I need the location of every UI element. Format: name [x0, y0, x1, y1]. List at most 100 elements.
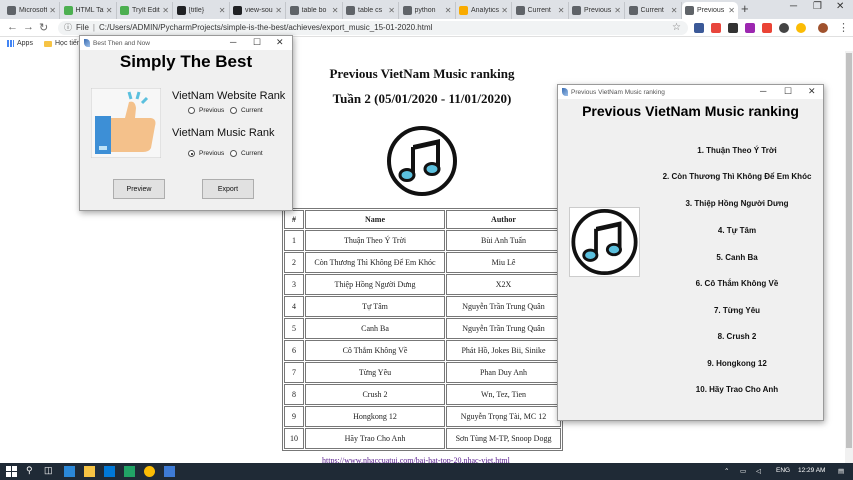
browser-tab[interactable]: Analytics ✕ [456, 2, 512, 19]
python-icon[interactable] [164, 466, 175, 477]
tab-favicon-icon [7, 6, 16, 15]
network-icon[interactable]: ▭ [740, 467, 746, 475]
tray-up-icon[interactable]: ⌃ [724, 467, 729, 475]
tab-close-icon[interactable]: ✕ [332, 6, 339, 15]
rank-cell: 3 [284, 274, 304, 295]
tab-close-icon[interactable]: ✕ [558, 6, 565, 15]
table-row: 5 Canh Ba Nguyễn Trần Trung Quân [284, 318, 561, 339]
preview-song-item: 1. Thuận Theo Ý Trời [697, 146, 777, 155]
music-note-icon [387, 126, 457, 196]
chrome-icon[interactable] [144, 466, 155, 477]
maximize-icon[interactable]: ☐ [253, 37, 261, 48]
music-current-radio[interactable]: Current [230, 150, 263, 157]
tab-close-icon[interactable]: ✕ [614, 6, 621, 15]
browser-tab[interactable]: python ✕ [400, 2, 456, 19]
tab-close-icon[interactable]: ✕ [162, 6, 169, 15]
maximize-icon[interactable]: ❐ [813, 1, 822, 12]
minimize-icon[interactable]: ─ [760, 86, 766, 96]
page-scrollbar[interactable] [845, 51, 853, 463]
preview-song-item: 8. Crush 2 [717, 332, 757, 341]
extension-icon[interactable] [694, 23, 704, 33]
table-row: 1 Thuận Theo Ý Trời Bùi Anh Tuấn [284, 230, 561, 251]
export-button[interactable]: Export [202, 179, 254, 199]
website-current-radio[interactable]: Current [230, 107, 263, 114]
back-icon[interactable]: ← [7, 21, 18, 33]
maximize-icon[interactable]: ☐ [784, 86, 792, 97]
browser-tab[interactable]: Previous ✕ [569, 2, 625, 19]
browser-tab[interactable]: HTML Tables✕ [61, 2, 117, 19]
browser-tab[interactable]: table cs ✕ [343, 2, 399, 19]
browser-tab[interactable]: Current ✕ [626, 2, 682, 19]
star-icon[interactable]: ☆ [672, 22, 681, 33]
preview-button[interactable]: Preview [113, 179, 165, 199]
tab-close-icon[interactable]: ✕ [388, 6, 395, 15]
author-cell: Miu Lê [446, 252, 561, 273]
column-header: Name [305, 210, 445, 229]
edge-icon[interactable] [64, 466, 75, 477]
minimize-icon[interactable]: ─ [790, 1, 797, 12]
tab-close-icon[interactable]: ✕ [106, 6, 113, 15]
clock[interactable]: 12:29 AM [798, 467, 825, 474]
close-icon[interactable]: ✕ [808, 86, 816, 97]
tab-close-icon[interactable]: ✕ [445, 6, 452, 15]
close-icon[interactable]: ✕ [276, 37, 284, 48]
author-cell: Nguyễn Trần Trung Quân [446, 296, 561, 317]
forward-icon[interactable]: → [23, 21, 34, 33]
radio-label: Previous [199, 107, 225, 114]
file-explorer-icon[interactable] [84, 466, 95, 477]
website-previous-radio[interactable]: Previous [188, 107, 224, 114]
browser-tab[interactable]: TryIt Editor✕ [117, 2, 173, 19]
radio-dot [230, 107, 237, 114]
browser-tab[interactable]: view-source✕ [230, 2, 286, 19]
apps-icon [7, 40, 14, 47]
avatar[interactable] [818, 23, 828, 33]
url-input[interactable]: ⓘ File | C:/Users/ADMIN/PycharmProjects/sim… [58, 21, 688, 35]
extension-icon[interactable] [762, 23, 772, 33]
new-tab-button[interactable]: + [741, 1, 749, 16]
volume-icon[interactable]: ◁ [756, 467, 761, 475]
radio-label: Previous [199, 150, 225, 157]
extension-icon[interactable] [745, 23, 755, 33]
language-indicator[interactable]: ENG [776, 467, 790, 474]
tab-close-icon[interactable]: ✕ [501, 6, 508, 15]
tab-favicon-icon [515, 6, 525, 15]
extension-icon[interactable] [779, 23, 789, 33]
tab-close-icon[interactable]: ✕ [275, 6, 282, 15]
browser-tab[interactable]: Microsoft ✕ [4, 2, 60, 19]
browser-tab[interactable]: {title} ✕ [174, 2, 230, 19]
extension-icon[interactable] [728, 23, 738, 33]
best-window-titlebar: Best Then and Now ─ ☐ ✕ [80, 36, 292, 50]
column-header: # [284, 210, 304, 229]
browser-tab[interactable]: Current ✕ [513, 2, 569, 19]
task-view-icon[interactable]: ◫ [44, 465, 53, 476]
music-previous-radio[interactable]: Previous [188, 150, 224, 157]
scrollbar-thumb[interactable] [846, 53, 852, 448]
info-icon[interactable]: ⓘ [64, 23, 72, 32]
tab-close-icon[interactable]: ✕ [49, 6, 56, 15]
song-name-cell: Cô Thắm Không Về [305, 340, 445, 361]
search-icon[interactable]: ⚲ [26, 465, 33, 476]
tab-close-icon[interactable]: ✕ [728, 6, 735, 15]
tab-close-icon[interactable]: ✕ [671, 6, 678, 15]
tab-title: Current [527, 7, 551, 14]
menu-icon[interactable]: ⋮ [838, 21, 849, 34]
author-cell: Nguyễn Trần Trung Quân [446, 318, 561, 339]
folder-icon [44, 40, 52, 47]
browser-tab[interactable]: table bo ✕ [287, 2, 343, 19]
extension-icon[interactable] [796, 23, 806, 33]
store-icon[interactable] [104, 466, 115, 477]
minimize-icon[interactable]: ─ [230, 37, 236, 47]
reload-icon[interactable]: ↻ [39, 21, 48, 34]
notifications-icon[interactable]: ▤ [838, 467, 844, 475]
extension-icon[interactable] [711, 23, 721, 33]
browser-tab[interactable]: Previous ✕ [682, 2, 738, 19]
url-text: C:/Users/ADMIN/PycharmProjects/simple-is… [98, 23, 433, 32]
tab-close-icon[interactable]: ✕ [219, 6, 226, 15]
bookmark-apps[interactable]: Apps [7, 40, 33, 47]
song-name-cell: Tự Tâm [305, 296, 445, 317]
windows-start-icon[interactable] [6, 466, 17, 477]
close-icon[interactable]: ✕ [836, 1, 844, 12]
author-cell: Phan Duy Anh [446, 362, 561, 383]
pycharm-icon[interactable] [124, 466, 135, 477]
url-scheme-label: File [76, 23, 89, 32]
